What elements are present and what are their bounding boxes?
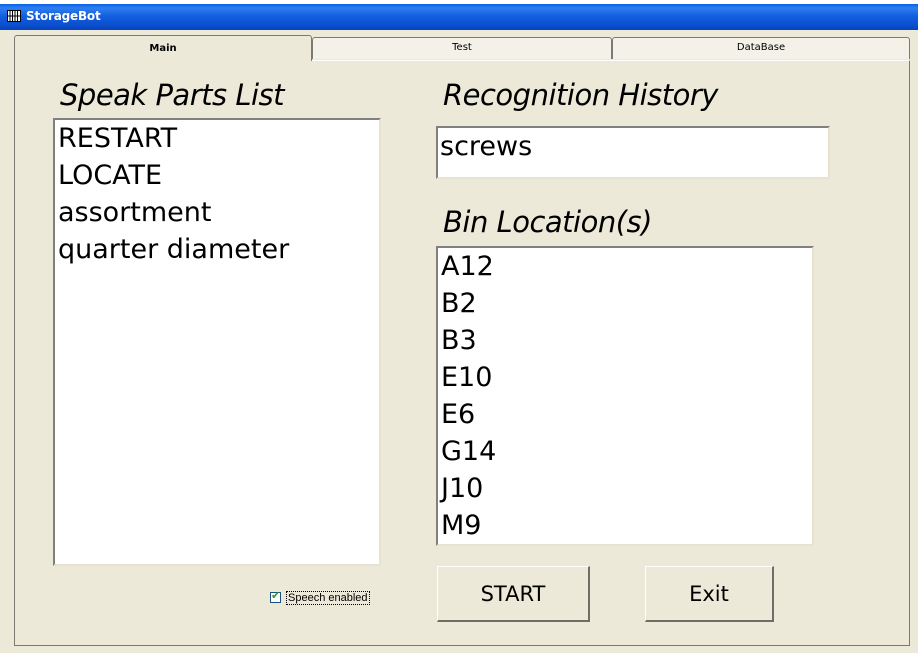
checkmark-icon: ✔ bbox=[271, 589, 281, 602]
list-item[interactable]: B3 bbox=[438, 322, 812, 359]
list-item[interactable]: M9 bbox=[438, 507, 812, 544]
list-item[interactable]: assortment bbox=[55, 194, 379, 231]
list-item[interactable]: quarter diameter bbox=[55, 231, 379, 268]
tab-main[interactable]: Main bbox=[14, 35, 312, 61]
list-item[interactable]: B2 bbox=[438, 285, 812, 322]
list-item[interactable]: G14 bbox=[438, 433, 812, 470]
list-item[interactable]: E10 bbox=[438, 359, 812, 396]
tab-database[interactable]: DataBase bbox=[612, 37, 910, 59]
app-window: StorageBot Main Test DataBase Speak Part… bbox=[0, 0, 918, 653]
speech-enabled-checkbox[interactable]: ✔ bbox=[270, 589, 281, 603]
list-item[interactable]: J10 bbox=[438, 470, 812, 507]
start-button[interactable]: START bbox=[437, 566, 590, 622]
list-item[interactable]: E6 bbox=[438, 396, 812, 433]
list-item[interactable]: A12 bbox=[438, 248, 812, 285]
recognition-history-heading: Recognition History bbox=[443, 78, 718, 112]
window-title: StorageBot bbox=[26, 9, 101, 23]
list-item[interactable]: RESTART bbox=[55, 120, 379, 157]
list-item[interactable]: LOCATE bbox=[55, 157, 379, 194]
exit-button[interactable]: Exit bbox=[645, 566, 774, 622]
title-bar[interactable]: StorageBot bbox=[0, 4, 918, 30]
recognition-history-field[interactable]: screws bbox=[436, 126, 830, 179]
speech-enabled-label[interactable]: Speech enabled bbox=[286, 591, 370, 605]
speak-parts-listbox[interactable]: RESTART LOCATE assortment quarter diamet… bbox=[53, 118, 381, 566]
tab-strip: Main Test DataBase bbox=[14, 35, 910, 61]
speak-parts-heading: Speak Parts List bbox=[60, 78, 285, 112]
storagebot-app-icon bbox=[7, 10, 21, 22]
tab-test[interactable]: Test bbox=[312, 37, 612, 59]
bin-locations-listbox[interactable]: A12 B2 B3 E10 E6 G14 J10 M9 bbox=[436, 246, 814, 546]
bin-locations-heading: Bin Location(s) bbox=[443, 205, 652, 239]
